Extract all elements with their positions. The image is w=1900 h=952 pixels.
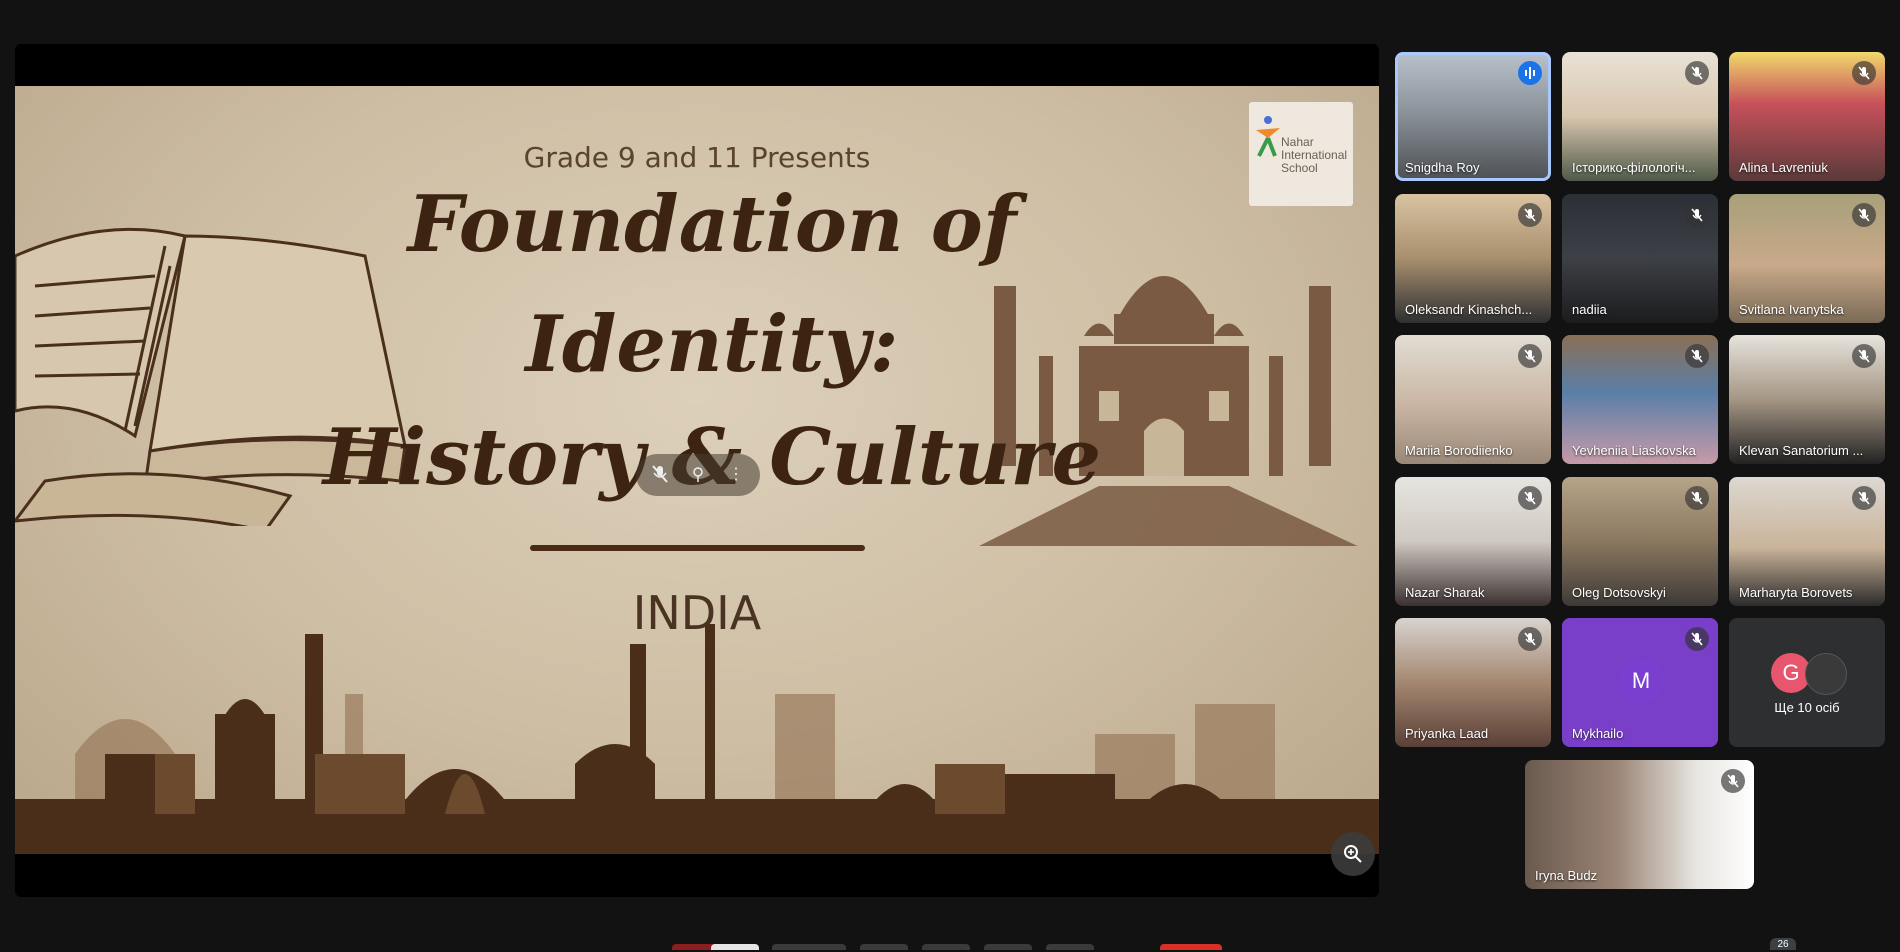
participant-tile[interactable]: Klevan Sanatorium ...: [1729, 335, 1885, 464]
mic-off-icon: [1852, 203, 1876, 227]
participant-tile[interactable]: Oleg Dotsovskyi: [1562, 477, 1718, 606]
participant-name: nadiia: [1572, 302, 1607, 317]
mic-off-icon: [1721, 769, 1745, 793]
mic-off-icon: [1518, 344, 1542, 368]
mic-off-icon: [1518, 627, 1542, 651]
mic-off-icon: [1518, 203, 1542, 227]
raise-hand-button[interactable]: [984, 944, 1032, 950]
mic-off-icon: [1685, 203, 1709, 227]
speaking-indicator-icon: [1518, 61, 1542, 85]
participant-tile[interactable]: Nazar Sharak: [1395, 477, 1551, 606]
participant-tile[interactable]: Alina Lavreniuk: [1729, 52, 1885, 181]
more-options-icon[interactable]: ⋮: [726, 465, 746, 485]
participant-name: Історико-філологіч...: [1572, 160, 1696, 175]
participant-tile[interactable]: Iryna Budz: [1525, 760, 1754, 889]
reactions-button[interactable]: [860, 944, 908, 950]
more-options-button[interactable]: [1046, 944, 1094, 950]
participant-name: Snigdha Roy: [1405, 160, 1480, 175]
pin-icon[interactable]: [688, 465, 708, 485]
participant-name: Mykhailo: [1572, 726, 1624, 741]
more-participants-tile[interactable]: G Ще 10 осіб: [1729, 618, 1885, 747]
participant-tile[interactable]: nadiia: [1562, 194, 1718, 323]
participant-name: Yevheniia Liaskovska: [1572, 443, 1696, 458]
participant-count: 26: [1777, 939, 1789, 950]
mic-off-icon: [1852, 486, 1876, 510]
more-participants-label: Ще 10 осіб: [1774, 700, 1840, 715]
mic-off-icon: [1685, 61, 1709, 85]
participant-name: Priyanka Laad: [1405, 726, 1489, 741]
participant-count-badge: 26: [1770, 938, 1796, 950]
zoom-button[interactable]: [1331, 832, 1375, 876]
participant-tile[interactable]: Yevheniia Liaskovska: [1562, 335, 1718, 464]
participant-name: Klevan Sanatorium ...: [1739, 443, 1864, 458]
mic-off-icon: [1685, 486, 1709, 510]
slide-subtitle: Grade 9 and 11 Presents: [523, 141, 871, 174]
city-skyline-silhouette: [15, 624, 1379, 854]
mic-off-icon: [1518, 486, 1542, 510]
leave-call-button[interactable]: [1160, 944, 1222, 950]
mic-off-icon[interactable]: [650, 465, 670, 485]
slide-title-line2: Identity:: [525, 299, 899, 390]
mic-button[interactable]: [711, 944, 759, 950]
participant-tile[interactable]: Mariia Borodiienko: [1395, 335, 1551, 464]
mic-off-icon: [1685, 627, 1709, 651]
avatar: M: [1618, 658, 1664, 704]
mic-off-icon: [1852, 61, 1876, 85]
mic-off-icon: [1852, 344, 1876, 368]
mic-off-icon: [1685, 344, 1709, 368]
participant-tile[interactable]: Marharyta Borovets: [1729, 477, 1885, 606]
participant-name: Svitlana Ivanytska: [1739, 302, 1844, 317]
participant-name: Oleg Dotsovskyi: [1572, 585, 1666, 600]
participant-name: Iryna Budz: [1535, 868, 1598, 883]
presentation-slide: Nahar International School Grade 9 and 1…: [15, 86, 1379, 854]
participant-name: Nazar Sharak: [1405, 585, 1485, 600]
avatar: [1805, 653, 1847, 695]
participant-name: Oleksandr Kinashch...: [1405, 302, 1533, 317]
captions-button[interactable]: [772, 944, 846, 950]
participant-tile[interactable]: Priyanka Laad: [1395, 618, 1551, 747]
presentation-stage: Nahar International School Grade 9 and 1…: [15, 44, 1379, 897]
slide-title-line1: Foundation of: [407, 179, 1017, 270]
present-button[interactable]: [922, 944, 970, 950]
participant-tile[interactable]: Svitlana Ivanytska: [1729, 194, 1885, 323]
zoom-in-icon: [1344, 845, 1362, 863]
presenter-controls-pill: ⋮: [636, 454, 760, 496]
participant-tile[interactable]: Історико-філологіч...: [1562, 52, 1718, 181]
participant-tile[interactable]: Oleksandr Kinashch...: [1395, 194, 1551, 323]
participant-tile[interactable]: Snigdha Roy: [1395, 52, 1551, 181]
participant-name: Marharyta Borovets: [1739, 585, 1853, 600]
slide-country: INDIA: [632, 586, 762, 640]
title-divider: [530, 545, 865, 551]
participant-name: Alina Lavreniuk: [1739, 160, 1828, 175]
participant-tile[interactable]: M Mykhailo: [1562, 618, 1718, 747]
participant-name: Mariia Borodiienko: [1405, 443, 1513, 458]
